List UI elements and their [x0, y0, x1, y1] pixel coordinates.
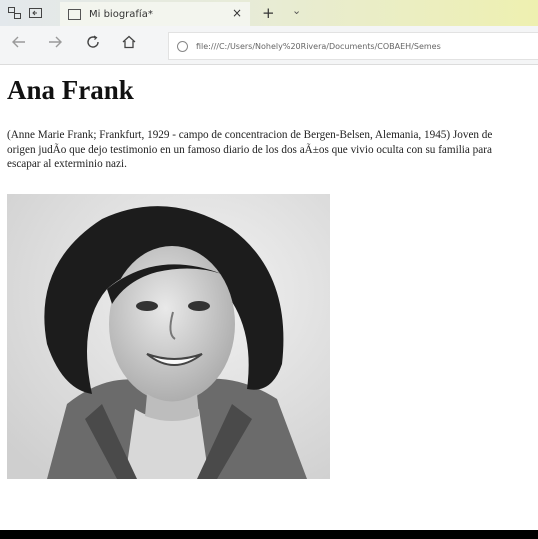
new-tab-button[interactable]: +	[262, 4, 275, 22]
portrait-photo	[7, 194, 330, 479]
close-icon[interactable]: ×	[232, 6, 242, 20]
back-button[interactable]	[12, 35, 26, 53]
navigation-bar: file:///C:/Users/Nohely%20Rivera/Documen…	[0, 26, 538, 65]
refresh-button[interactable]	[86, 35, 100, 53]
tab-title: Mi biografía*	[89, 8, 153, 20]
page-title: Ana Frank	[7, 75, 134, 105]
tab-active[interactable]: Mi biografía* ×	[60, 2, 250, 26]
tab-strip: Mi biografía* × + ⌄	[0, 0, 538, 26]
info-icon	[177, 40, 188, 52]
home-button[interactable]	[122, 35, 136, 53]
set-tabs-aside-icon[interactable]	[28, 5, 44, 21]
address-bar[interactable]: file:///C:/Users/Nohely%20Rivera/Documen…	[168, 32, 538, 60]
refresh-icon	[87, 35, 99, 48]
address-text: file:///C:/Users/Nohely%20Rivera/Documen…	[196, 41, 441, 51]
chevron-down-icon[interactable]: ⌄	[292, 4, 301, 17]
screen-bottom-edge	[0, 530, 538, 539]
forward-button[interactable]	[48, 35, 62, 53]
arrow-left-icon	[12, 36, 25, 48]
page-content: Ana Frank (Anne Marie Frank; Frankfurt, …	[0, 65, 538, 539]
home-icon	[122, 35, 136, 49]
page-icon	[68, 8, 81, 20]
arrow-right-icon	[49, 36, 62, 48]
tab-preview-icon[interactable]	[6, 5, 22, 21]
biography-paragraph: (Anne Marie Frank; Frankfurt, 1929 - cam…	[7, 129, 493, 170]
